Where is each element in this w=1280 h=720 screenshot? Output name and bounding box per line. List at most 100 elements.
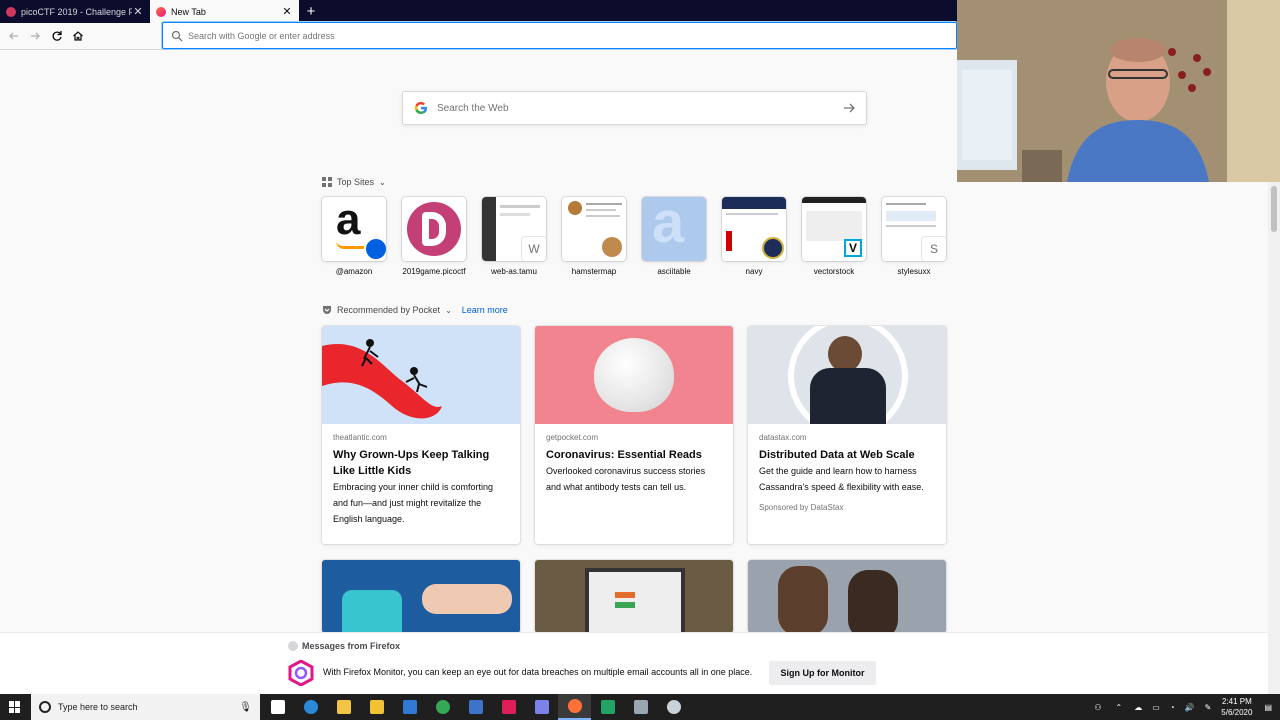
tab-picoctf[interactable]: picoCTF 2019 - Challenge Prob ✕ (0, 0, 150, 23)
article-excerpt: Get the guide and learn how to harness C… (759, 466, 924, 492)
article-headline: Distributed Data at Web Scale (759, 449, 915, 461)
home-icon[interactable] (70, 28, 86, 44)
clock[interactable]: 2:41 PM 5/6/2020 (1221, 696, 1252, 718)
search-icon (171, 30, 183, 41)
plus-icon[interactable]: + (299, 0, 323, 23)
chevron-down-icon[interactable]: ⌄ (445, 306, 452, 315)
pocket-card[interactable]: theatlantic.com Why Grown-Ups Keep Talki… (322, 326, 520, 544)
file-explorer-icon[interactable] (327, 694, 360, 720)
pocket-cards: theatlantic.com Why Grown-Ups Keep Talki… (322, 326, 946, 633)
sponsor-label: Sponsored by DataStax (759, 503, 844, 512)
top-sites-header[interactable]: Top Sites ⌄ (322, 177, 386, 187)
close-icon[interactable]: ✕ (132, 5, 144, 18)
top-site-stylesuxx[interactable]: S stylesuxx (882, 197, 946, 276)
photos-icon-glyph (468, 700, 483, 714)
notifications-icon[interactable]: ▤ (1264, 703, 1272, 712)
pocket-card[interactable] (322, 560, 520, 633)
remote-desktop-icon[interactable] (624, 694, 657, 720)
chevron-up-icon[interactable]: ⌃ (1116, 703, 1123, 712)
top-site-label: 2019game.picoctf (402, 267, 466, 276)
article-image (535, 560, 733, 633)
article-source: getpocket.com (546, 433, 599, 442)
top-site-web-as-tamu[interactable]: W web-as.tamu (482, 197, 546, 276)
search-submit-arrow-icon[interactable] (842, 101, 856, 115)
edge-icon[interactable] (294, 694, 327, 720)
vectorstock-letter: V (844, 239, 862, 257)
firefox-favicon-icon (156, 6, 166, 17)
top-site-asciitable[interactable]: a asciitable (642, 197, 706, 276)
back-arrow-icon[interactable] (6, 28, 22, 44)
scrollbar-thumb[interactable] (1271, 186, 1277, 232)
amazon-letter: a (336, 197, 361, 244)
top-site-label: web-as.tamu (491, 267, 537, 276)
mail-icon[interactable] (393, 694, 426, 720)
top-site-picoctf[interactable]: 2019game.picoctf (402, 197, 466, 276)
tab-title: picoCTF 2019 - Challenge Prob (21, 6, 132, 17)
article-source: datastax.com (759, 433, 807, 442)
windows-start-icon[interactable] (9, 701, 21, 713)
cortana-icon (39, 701, 51, 713)
pocket-card[interactable] (535, 560, 733, 633)
store-icon[interactable] (360, 694, 393, 720)
pocket-card[interactable]: datastax.com Distributed Data at Web Sca… (748, 326, 946, 544)
top-site-label: asciitable (657, 267, 691, 276)
search-icon (364, 237, 386, 261)
vectorstock-thumbnail: V (802, 197, 866, 261)
taskbar-apps (261, 694, 690, 720)
navy-thumbnail (722, 197, 786, 261)
forward-arrow-icon[interactable] (27, 28, 43, 44)
steam-icon[interactable] (657, 694, 690, 720)
firefox-icon[interactable] (558, 694, 591, 720)
top-site-hamstermap[interactable]: hamstermap (562, 197, 626, 276)
task-view-icon-glyph (270, 700, 285, 714)
tab-new-tab[interactable]: New Tab ✕ (150, 0, 299, 23)
hamstermap-thumbnail (562, 197, 626, 261)
taskbar-search-box[interactable]: Type here to search 🎙 (31, 694, 260, 720)
task-view-icon[interactable] (261, 694, 294, 720)
asciitable-letter: a (652, 197, 685, 255)
web-search-box[interactable]: Search the Web (402, 91, 867, 125)
article-image (322, 560, 520, 633)
messages-header-text: Messages from Firefox (302, 641, 401, 651)
slack-icon[interactable] (492, 694, 525, 720)
top-site-vectorstock[interactable]: V vectorstock (802, 197, 866, 276)
pocket-icon (323, 306, 331, 314)
close-icon[interactable]: ✕ (281, 5, 293, 18)
people-icon[interactable]: ⚇ (1094, 703, 1101, 712)
file-explorer-icon-glyph (336, 700, 351, 714)
top-sites-title: Top Sites (337, 177, 375, 187)
article-image (748, 560, 946, 633)
pocket-card[interactable]: getpocket.com Coronavirus: Essential Rea… (535, 326, 733, 544)
learn-more-link[interactable]: Learn more (462, 305, 508, 315)
messages-text: With Firefox Monitor, you can keep an ey… (323, 667, 753, 677)
picoctf-icon (402, 197, 466, 261)
top-site-amazon[interactable]: a @amazon (322, 197, 386, 276)
page-scrollbar[interactable] (1268, 182, 1280, 694)
site-letter: W (522, 237, 546, 261)
clock-date: 5/6/2020 (1221, 708, 1253, 717)
chrome-icon[interactable] (426, 694, 459, 720)
chevron-down-icon[interactable]: ⌄ (379, 178, 386, 187)
onedrive-icon[interactable]: ☁ (1134, 703, 1142, 712)
photos-icon[interactable] (459, 694, 492, 720)
volume-icon[interactable]: 🔊 (1185, 703, 1195, 712)
excel-icon[interactable] (591, 694, 624, 720)
article-headline: Why Grown-Ups Keep Talking Like Little K… (333, 449, 490, 477)
pocket-card[interactable] (748, 560, 946, 633)
asciitable-icon: a (642, 197, 706, 261)
pen-icon[interactable]: ✎ (1205, 703, 1212, 712)
teams-icon[interactable] (525, 694, 558, 720)
top-site-navy[interactable]: navy (722, 197, 786, 276)
windows-taskbar: Type here to search 🎙 ⚇ ⌃ ☁ ▭ ◔ 🔊 ✎ 2:41… (0, 694, 1280, 720)
microphone-icon[interactable]: 🎙 (239, 702, 252, 713)
wifi-icon[interactable]: ◔ (1170, 703, 1175, 712)
webcam-video-overlay (957, 0, 1280, 182)
excel-icon-glyph (600, 700, 615, 714)
reload-icon[interactable] (49, 28, 65, 44)
firefox-icon-glyph (567, 699, 582, 713)
sign-up-monitor-button[interactable]: Sign Up for Monitor (769, 661, 876, 685)
battery-icon[interactable]: ▭ (1152, 703, 1160, 712)
firefox-icon (288, 641, 298, 651)
url-input[interactable] (188, 30, 888, 41)
url-bar[interactable] (162, 22, 957, 49)
